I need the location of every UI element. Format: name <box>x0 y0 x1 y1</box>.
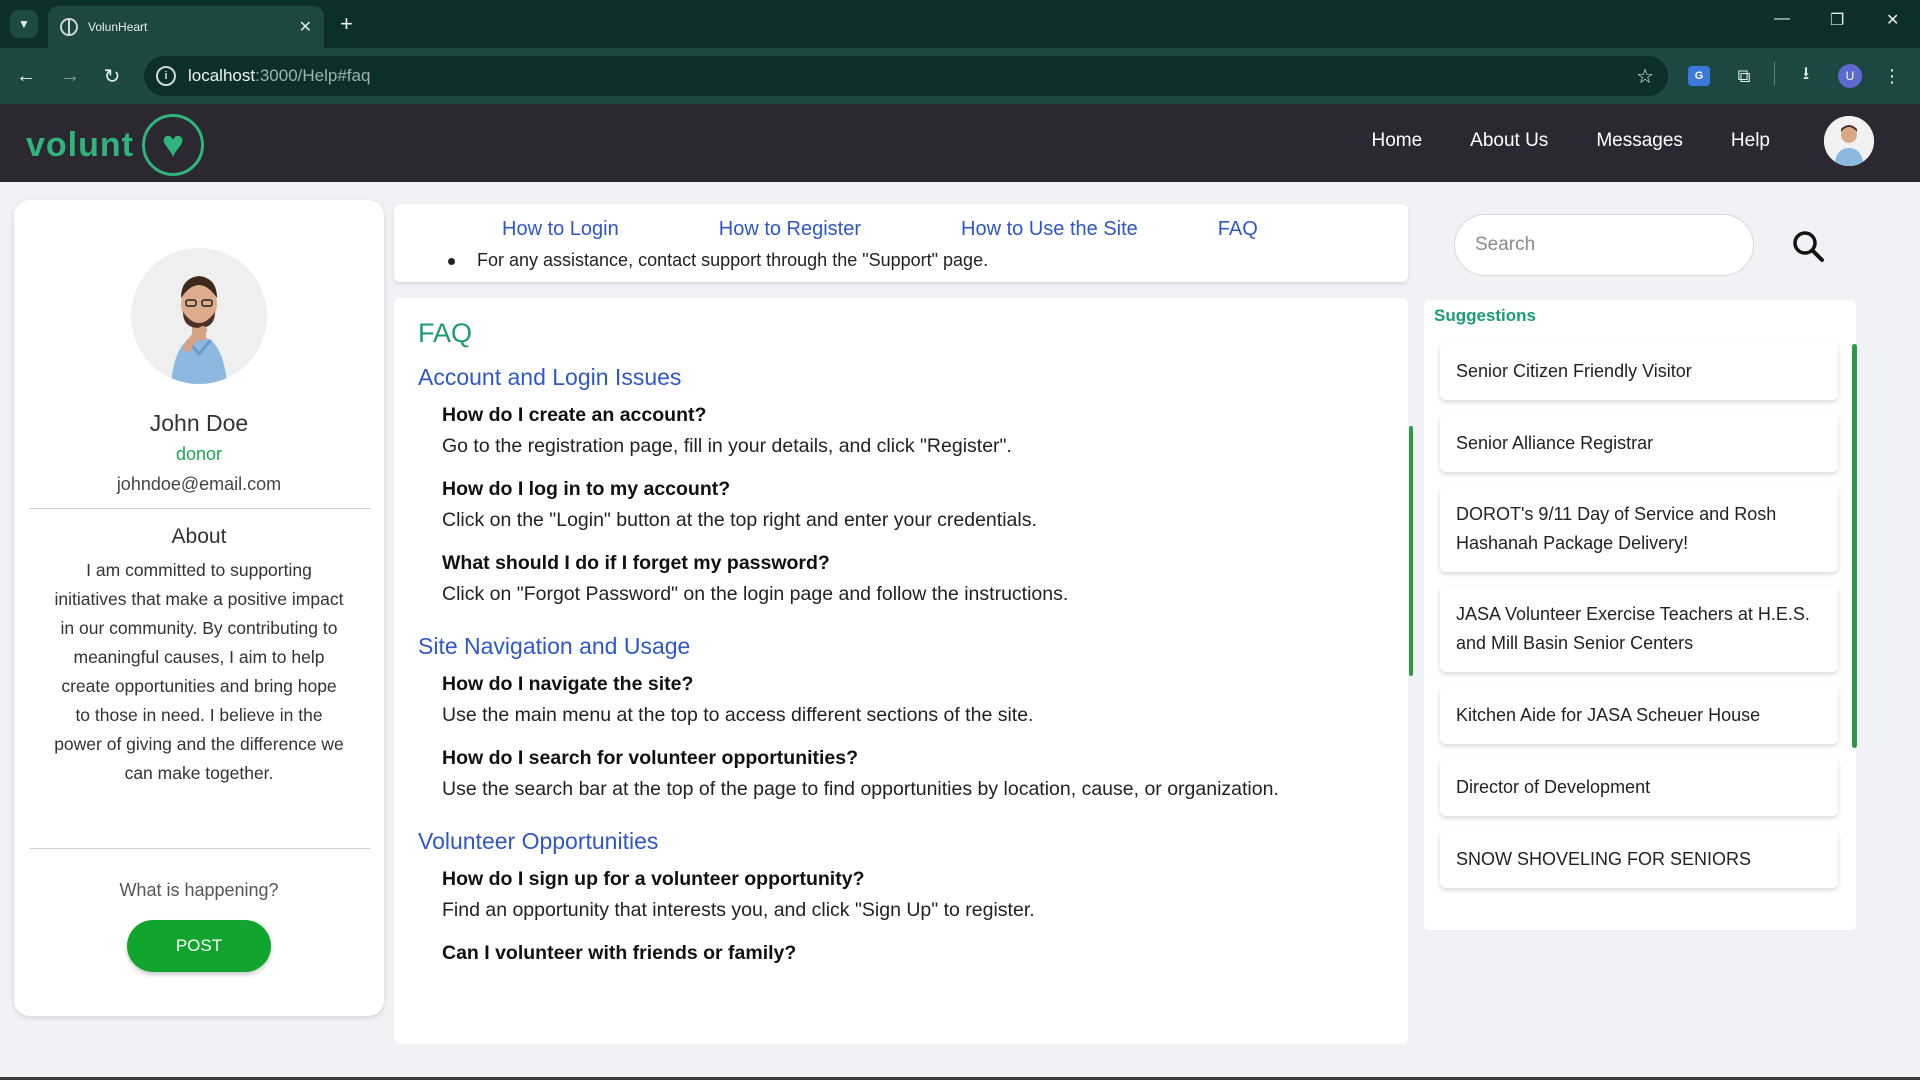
download-icon[interactable]: ⭳ <box>1792 62 1820 90</box>
divider <box>30 848 370 849</box>
suggestion-item[interactable]: Director of Development <box>1440 758 1838 816</box>
faq-section: Volunteer Opportunities How do I sign up… <box>418 828 1378 967</box>
suggestion-item[interactable]: SNOW SHOVELING FOR SENIORS <box>1440 830 1838 888</box>
faq-section-title: Volunteer Opportunities <box>418 828 659 854</box>
faq-question: How do I navigate the site? <box>442 673 694 695</box>
heart-logo-icon[interactable]: ♥ <box>142 114 204 176</box>
profile-role: donor <box>175 444 223 464</box>
tab-faq[interactable]: FAQ <box>1218 218 1258 241</box>
suggestion-item[interactable]: Senior Citizen Friendly Visitor <box>1440 342 1838 400</box>
tab-how-to-login[interactable]: How to Login <box>502 218 619 241</box>
faq-section: Account and Login Issues How do I create… <box>418 364 1378 611</box>
user-avatar[interactable] <box>1824 116 1874 166</box>
tab-title: VolunHeart <box>88 20 148 34</box>
about-heading: About <box>171 525 227 548</box>
faq-item: How do I navigate the site? Use the main… <box>442 670 1378 732</box>
suggestions-panel: Suggestions Senior Citizen Friendly Visi… <box>1424 300 1856 930</box>
nav-help[interactable]: Help <box>1731 130 1770 152</box>
faq-question: Can I volunteer with friends or family? <box>442 942 797 964</box>
faq-answer: Click on "Forgot Password" on the login … <box>442 583 1069 605</box>
post-button[interactable]: POST <box>127 920 271 972</box>
browser-tab-strip: ▼ VolunHeart ✕ + — ❐ ✕ <box>0 0 1920 48</box>
browser-tab[interactable]: VolunHeart ✕ <box>48 6 324 48</box>
faq-content: Account and Login Issues How do I create… <box>418 364 1378 989</box>
profile-avatar <box>131 248 267 384</box>
close-window-icon[interactable]: ✕ <box>1886 10 1899 30</box>
faq-question: How do I sign up for a volunteer opportu… <box>442 868 865 890</box>
faq-scrollbar[interactable] <box>1409 426 1413 676</box>
search-icon[interactable] <box>1790 228 1826 264</box>
post-prompt: What is happening? <box>119 880 279 900</box>
suggestions-list: Senior Citizen Friendly Visitor Senior A… <box>1440 342 1838 902</box>
nav-home[interactable]: Home <box>1371 130 1422 152</box>
suggestion-item[interactable]: Kitchen Aide for JASA Scheuer House <box>1440 686 1838 744</box>
faq-question: What should I do if I forget my password… <box>442 552 830 574</box>
profile-email: johndoe@email.com <box>116 474 282 494</box>
restore-icon[interactable]: ❐ <box>1830 10 1844 30</box>
minimize-icon[interactable]: — <box>1774 10 1790 28</box>
faq-panel: FAQ Account and Login Issues How do I cr… <box>394 298 1408 1044</box>
suggestions-scrollbar[interactable] <box>1852 344 1857 748</box>
faq-title: FAQ <box>418 318 473 348</box>
faq-section-title: Account and Login Issues <box>418 364 682 390</box>
about-text: I am committed to supporting initiatives… <box>54 560 344 783</box>
brand-name[interactable]: volunt <box>26 126 134 165</box>
back-icon[interactable]: ← <box>12 62 40 90</box>
browser-toolbar: ← → ↻ i localhost:3000/Help#faq ☆ G ⧉ ⭳ … <box>0 48 1920 104</box>
profile-name: John Doe <box>149 410 249 436</box>
browser-profile-icon[interactable]: U <box>1838 64 1862 88</box>
faq-item: How do I create an account? Go to the re… <box>442 401 1378 463</box>
suggestions-heading: Suggestions <box>1434 306 1537 325</box>
faq-item: What should I do if I forget my password… <box>442 549 1378 611</box>
reload-icon[interactable]: ↻ <box>98 62 126 90</box>
site-info-icon[interactable]: i <box>156 66 176 86</box>
suggestion-item[interactable]: DOROT's 9/11 Day of Service and Rosh Has… <box>1440 486 1838 572</box>
globe-icon <box>60 18 78 36</box>
faq-question: How do I log in to my account? <box>442 478 731 500</box>
bookmark-star-icon[interactable]: ☆ <box>1636 64 1654 89</box>
faq-answer: Click on the "Login" button at the top r… <box>442 509 1037 531</box>
faq-answer: Use the main menu at the top to access d… <box>442 704 1034 726</box>
tab-how-to-use-site[interactable]: How to Use the Site <box>961 218 1138 241</box>
toolbar-separator <box>1774 62 1775 86</box>
new-tab-icon[interactable]: + <box>340 10 353 38</box>
faq-answer: Find an opportunity that interests you, … <box>442 899 1035 921</box>
tab-search-dropdown-icon[interactable]: ▼ <box>10 10 38 38</box>
help-tab-bar: How to Login How to Register How to Use … <box>394 204 1408 282</box>
support-bullet-text: For any assistance, contact support thro… <box>477 250 989 270</box>
search-input[interactable] <box>1454 214 1754 276</box>
support-bullet: For any assistance, contact support thro… <box>448 250 988 271</box>
faq-item: How do I sign up for a volunteer opportu… <box>442 865 1378 927</box>
nav-about-us[interactable]: About Us <box>1470 130 1548 152</box>
url-path: :3000/Help#faq <box>255 66 371 85</box>
faq-section: Site Navigation and Usage How do I navig… <box>418 633 1378 806</box>
faq-question: How do I search for volunteer opportunit… <box>442 747 859 769</box>
faq-section-title: Site Navigation and Usage <box>418 633 691 659</box>
divider <box>30 508 370 509</box>
tab-how-to-register[interactable]: How to Register <box>719 218 861 241</box>
url-host: localhost <box>188 66 256 85</box>
forward-icon[interactable]: → <box>56 62 84 90</box>
suggestion-item[interactable]: Senior Alliance Registrar <box>1440 414 1838 472</box>
faq-item: How do I log in to my account? Click on … <box>442 475 1378 537</box>
address-bar[interactable]: i localhost:3000/Help#faq ☆ <box>144 56 1668 96</box>
browser-menu-icon[interactable]: ⋮ <box>1878 62 1906 90</box>
faq-answer: Go to the registration page, fill in you… <box>442 435 1012 457</box>
faq-question: How do I create an account? <box>442 404 707 426</box>
faq-item: Can I volunteer with friends or family? <box>442 939 1378 967</box>
faq-answer: Use the search bar at the top of the pag… <box>442 778 1279 800</box>
translate-icon[interactable]: G <box>1688 66 1710 86</box>
close-tab-icon[interactable]: ✕ <box>299 17 312 37</box>
extensions-icon[interactable]: ⧉ <box>1730 62 1758 90</box>
nav-messages[interactable]: Messages <box>1596 130 1683 152</box>
suggestion-item[interactable]: JASA Volunteer Exercise Teachers at H.E.… <box>1440 586 1838 672</box>
profile-card: John Doe donor johndoe@email.com About I… <box>14 200 384 1016</box>
app-header: volunt ♥ Home About Us Messages Help <box>0 104 1920 182</box>
main-nav: Home About Us Messages Help <box>1371 130 1770 152</box>
faq-item: How do I search for volunteer opportunit… <box>442 744 1378 806</box>
